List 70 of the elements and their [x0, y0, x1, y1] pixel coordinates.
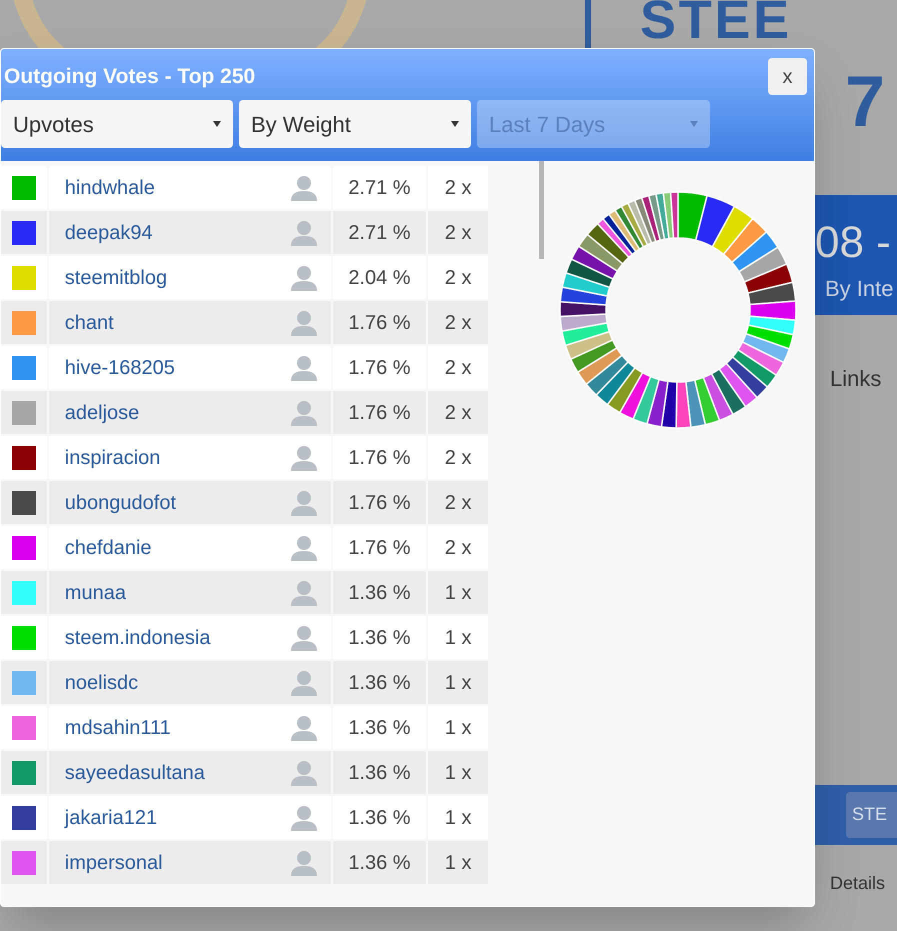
percent-cell: 1.76 %	[332, 301, 426, 344]
caret-icon	[690, 121, 698, 127]
user-icon	[290, 174, 317, 200]
user-icon	[290, 220, 317, 246]
label: Details	[830, 872, 886, 895]
count-cell: 2 x	[428, 391, 488, 434]
tab-label[interactable]: Links	[830, 362, 882, 395]
count-cell: 2 x	[428, 526, 488, 569]
user-icon	[290, 534, 317, 560]
banner-subtitle: By Inte	[825, 275, 894, 303]
scrollbar[interactable]	[539, 161, 544, 259]
user-icon	[290, 714, 317, 740]
user-icon	[290, 850, 317, 876]
logo-border	[585, 0, 591, 48]
percent-cell: 1.36 %	[332, 796, 426, 839]
percent-cell: 1.76 %	[332, 526, 426, 569]
percent-cell: 1.36 %	[332, 706, 426, 749]
dropdown[interactable]: Upvotes	[1, 100, 233, 148]
caret-icon	[213, 121, 221, 127]
percent-cell: 1.36 %	[332, 751, 426, 794]
percent-cell: 1.76 %	[332, 391, 426, 434]
count-cell: 1 x	[428, 616, 488, 659]
user-icon	[290, 804, 317, 830]
user-link[interactable]: adeljose	[64, 398, 140, 428]
logo-text: STEE	[640, 0, 792, 48]
user-icon	[290, 624, 317, 650]
count-cell: 2 x	[428, 301, 488, 344]
user-icon	[290, 310, 317, 336]
count-cell: 2 x	[428, 211, 488, 254]
dropdown[interactable]: By Weight	[239, 100, 471, 148]
count-cell: 1 x	[428, 706, 488, 749]
user-icon	[290, 580, 317, 606]
user-icon	[290, 490, 317, 516]
user-icon	[290, 760, 317, 786]
donut-slice	[731, 231, 779, 272]
donut-slice	[712, 206, 754, 256]
count-cell: 2 x	[428, 436, 488, 479]
count-cell: 1 x	[428, 796, 488, 839]
user-icon	[290, 670, 317, 696]
percent-cell: 1.76 %	[332, 346, 426, 389]
user-icon	[290, 444, 317, 470]
count-cell: 2 x	[428, 481, 488, 524]
count-cell: 2 x	[428, 256, 488, 299]
dialog-title: Outgoing Votes - Top 250	[4, 64, 256, 90]
count-cell: 2 x	[428, 166, 488, 209]
user-icon	[290, 264, 317, 290]
count-cell: 1 x	[428, 751, 488, 794]
percent-cell: 1.36 %	[332, 841, 426, 884]
user-icon	[290, 400, 317, 426]
percent-cell: 1.36 %	[332, 571, 426, 614]
user-icon	[290, 354, 317, 380]
percent-cell: 1.76 %	[332, 481, 426, 524]
percent-cell: 2.04 %	[332, 256, 426, 299]
count-cell: 2 x	[428, 346, 488, 389]
caret-icon	[451, 121, 459, 127]
banner-text: 08 -	[815, 217, 891, 269]
donut-slice	[695, 194, 736, 248]
close-button[interactable]: x	[768, 58, 807, 95]
count-cell: 1 x	[428, 841, 488, 884]
percent-cell: 1.36 %	[332, 616, 426, 659]
user-link[interactable]: chant	[64, 308, 114, 338]
percent-cell: 1.36 %	[332, 661, 426, 704]
logo-text: 7	[845, 62, 886, 142]
user-link[interactable]: noelisdc	[64, 668, 138, 698]
user-link[interactable]: munaa	[64, 578, 126, 608]
count-cell: 1 x	[428, 571, 488, 614]
percent-cell: 1.76 %	[332, 436, 426, 479]
percent-cell: 2.71 %	[332, 211, 426, 254]
percent-cell: 2.71 %	[332, 166, 426, 209]
count-cell: 1 x	[428, 661, 488, 704]
